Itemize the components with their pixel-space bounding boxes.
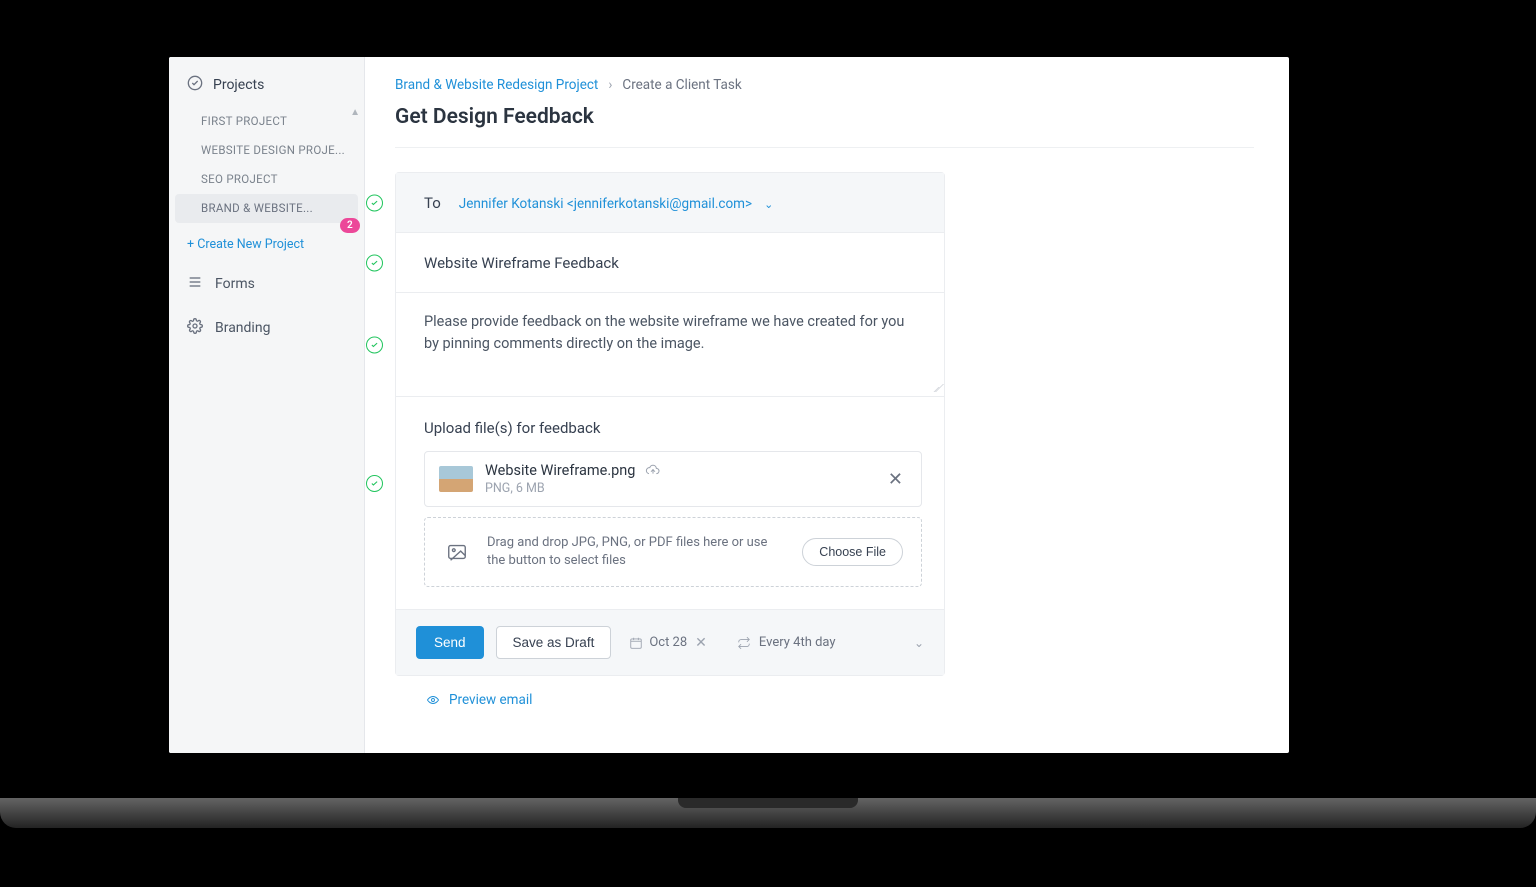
cloud-upload-icon [645,463,661,479]
subject-row: Website Wireframe Feedback [396,233,944,293]
remove-file-button[interactable]: ✕ [884,465,907,494]
upload-title: Upload file(s) for feedback [424,419,922,437]
save-draft-button[interactable]: Save as Draft [496,626,612,659]
eye-icon [425,694,441,706]
calendar-icon [629,636,643,650]
laptop-shadow [0,828,1536,866]
sidebar: Projects ▲ FIRST PROJECT WEBSITE DESIGN … [169,57,365,753]
gear-icon [187,318,203,338]
due-date-picker[interactable]: Oct 28 ✕ [629,635,707,651]
check-circle-icon [187,75,203,95]
subject-input[interactable]: Website Wireframe Feedback [424,254,619,272]
status-check-icon [366,194,383,211]
breadcrumb-parent[interactable]: Brand & Website Redesign Project [395,77,598,93]
create-new-project-link[interactable]: + Create New Project [169,227,364,262]
main-content: Brand & Website Redesign Project › Creat… [365,57,1289,753]
laptop-base [0,798,1536,828]
sidebar-item-label: BRAND & WEBSITE... [201,201,313,215]
app-window: Projects ▲ FIRST PROJECT WEBSITE DESIGN … [169,57,1289,753]
notification-badge: 2 [340,218,360,233]
recipient-chip[interactable]: Jennifer Kotanski <jenniferkotanski@gmai… [459,196,752,212]
divider [395,147,1254,148]
file-name: Website Wireframe.png [485,462,635,479]
status-check-icon [366,254,383,271]
uploaded-file: Website Wireframe.png PNG, 6 MB ✕ [424,451,922,507]
repeat-value: Every 4th day [759,635,836,650]
dropzone-text: Drag and drop JPG, PNG, or PDF files her… [487,534,786,570]
to-label: To [424,194,441,212]
choose-file-button[interactable]: Choose File [802,538,903,566]
preview-email-label: Preview email [449,692,532,708]
status-check-icon [366,475,383,492]
project-list: ▲ FIRST PROJECT WEBSITE DESIGN PROJE... … [169,103,364,227]
image-icon [443,541,471,563]
file-meta: PNG, 6 MB [485,481,872,496]
sidebar-header-label: Projects [213,77,264,93]
forms-label: Forms [215,276,255,292]
body-row: Please provide feedback on the website w… [396,293,944,397]
action-bar: Send Save as Draft Oct 28 ✕ Every 4th da… [396,610,944,675]
chevron-right-icon: › [608,77,612,93]
breadcrumb-current: Create a Client Task [622,77,741,93]
file-dropzone[interactable]: Drag and drop JPG, PNG, or PDF files her… [424,517,922,587]
body-textarea[interactable]: Please provide feedback on the website w… [424,311,922,356]
sidebar-nav-branding[interactable]: Branding [169,306,364,350]
repeat-selector[interactable]: Every 4th day ⌄ [737,635,924,650]
sidebar-item-website-design[interactable]: WEBSITE DESIGN PROJE... [169,136,364,165]
to-row: To Jennifer Kotanski <jenniferkotanski@g… [396,173,944,233]
list-icon [187,274,203,294]
due-date-value: Oct 28 [649,635,687,650]
send-button[interactable]: Send [416,626,484,659]
branding-label: Branding [215,320,270,336]
status-check-icon [366,336,383,353]
repeat-icon [737,636,751,650]
resize-handle-icon[interactable] [930,382,940,392]
preview-email-link[interactable]: Preview email [395,692,1254,708]
sidebar-section-projects[interactable]: Projects [169,67,364,103]
sidebar-item-first-project[interactable]: FIRST PROJECT [169,107,364,136]
breadcrumb: Brand & Website Redesign Project › Creat… [395,77,1254,93]
page-title: Get Design Feedback [395,105,1254,129]
sidebar-item-seo[interactable]: SEO PROJECT [169,165,364,194]
chevron-down-icon[interactable]: ⌄ [764,198,773,211]
clear-date-button[interactable]: ✕ [695,635,707,651]
sidebar-nav-forms[interactable]: Forms [169,262,364,306]
upload-section: Upload file(s) for feedback Website Wire… [396,397,944,610]
file-thumbnail [439,466,473,492]
task-form: To Jennifer Kotanski <jenniferkotanski@g… [395,172,945,676]
laptop-notch [678,798,858,808]
sidebar-item-brand-website[interactable]: BRAND & WEBSITE... 2 [175,194,358,223]
chevron-down-icon: ⌄ [914,636,924,650]
